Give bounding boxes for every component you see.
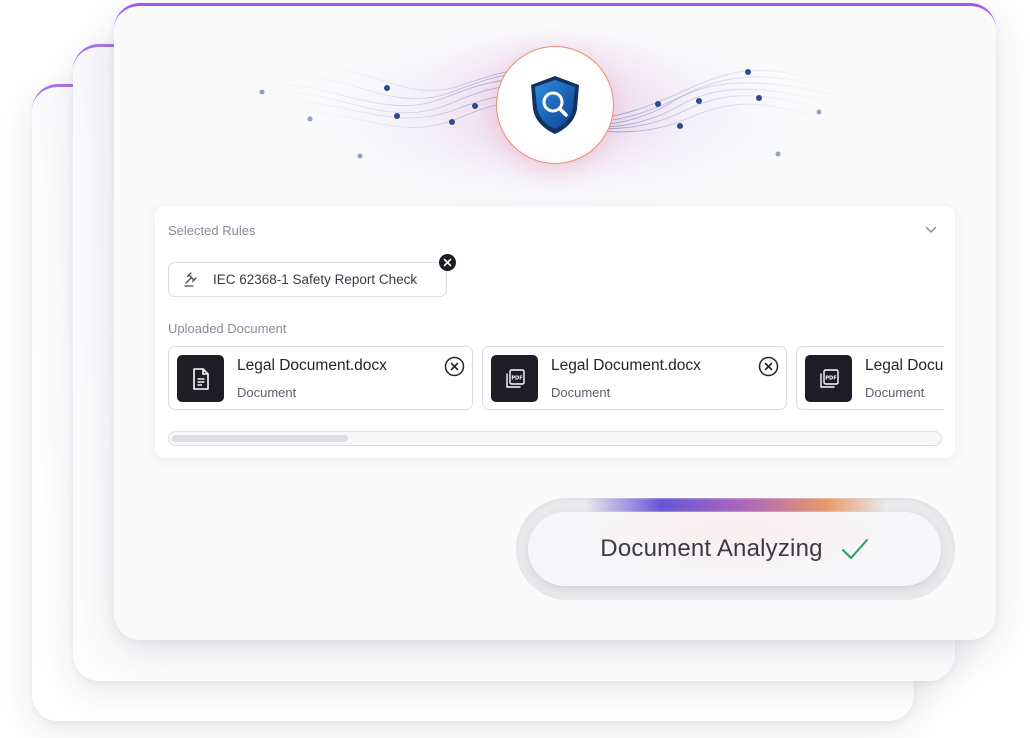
progress-glow xyxy=(586,498,886,512)
gavel-icon xyxy=(184,271,197,287)
document-card[interactable]: PDF Legal Document.docx Document xyxy=(796,346,944,410)
remove-document-icon[interactable] xyxy=(444,356,465,377)
close-icon xyxy=(443,258,452,267)
document-icon xyxy=(192,367,209,390)
document-type: Document xyxy=(551,385,611,400)
checkmark-icon xyxy=(841,539,868,559)
document-name: Legal Document.docx xyxy=(237,357,387,374)
rule-chip-label: IEC 62368-1 Safety Report Check xyxy=(213,272,418,287)
rule-chip[interactable]: IEC 62368-1 Safety Report Check xyxy=(168,262,447,297)
scrollbar-thumb[interactable] xyxy=(172,435,348,442)
analysis-card: Selected Rules IEC 62368-1 Safety Report… xyxy=(114,3,996,640)
selected-rules-label: Selected Rules xyxy=(168,223,256,238)
document-type: Document xyxy=(865,385,925,400)
status-text: Document Analyzing xyxy=(600,535,823,562)
svg-text:PDF: PDF xyxy=(511,375,522,381)
status-pill-track: Document Analyzing xyxy=(516,498,955,600)
document-name: Legal Document.docx xyxy=(865,357,944,374)
remove-document-icon[interactable] xyxy=(758,356,779,377)
pdf-icon: PDF xyxy=(505,368,525,388)
remove-rule-button[interactable] xyxy=(439,254,456,271)
uploaded-document-label: Uploaded Document xyxy=(168,321,287,336)
document-thumbnail: PDF xyxy=(805,355,852,402)
svg-text:PDF: PDF xyxy=(825,375,836,381)
uploaded-documents-list: Legal Document.docx Document PDF Legal D… xyxy=(168,346,944,412)
document-card[interactable]: PDF Legal Document.docx Document xyxy=(482,346,787,410)
chevron-down-icon[interactable] xyxy=(925,224,937,236)
document-type: Document xyxy=(237,385,297,400)
analyzing-status-button[interactable]: Document Analyzing xyxy=(528,512,941,586)
document-name: Legal Document.docx xyxy=(551,357,701,374)
pdf-icon: PDF xyxy=(819,368,839,388)
input-panel: Selected Rules IEC 62368-1 Safety Report… xyxy=(155,206,955,458)
horizontal-scrollbar[interactable] xyxy=(168,431,942,446)
shield-search-icon xyxy=(531,76,579,134)
document-thumbnail: PDF xyxy=(491,355,538,402)
shield-emblem xyxy=(496,46,614,164)
document-card[interactable]: Legal Document.docx Document xyxy=(168,346,473,410)
document-thumbnail xyxy=(177,355,224,402)
